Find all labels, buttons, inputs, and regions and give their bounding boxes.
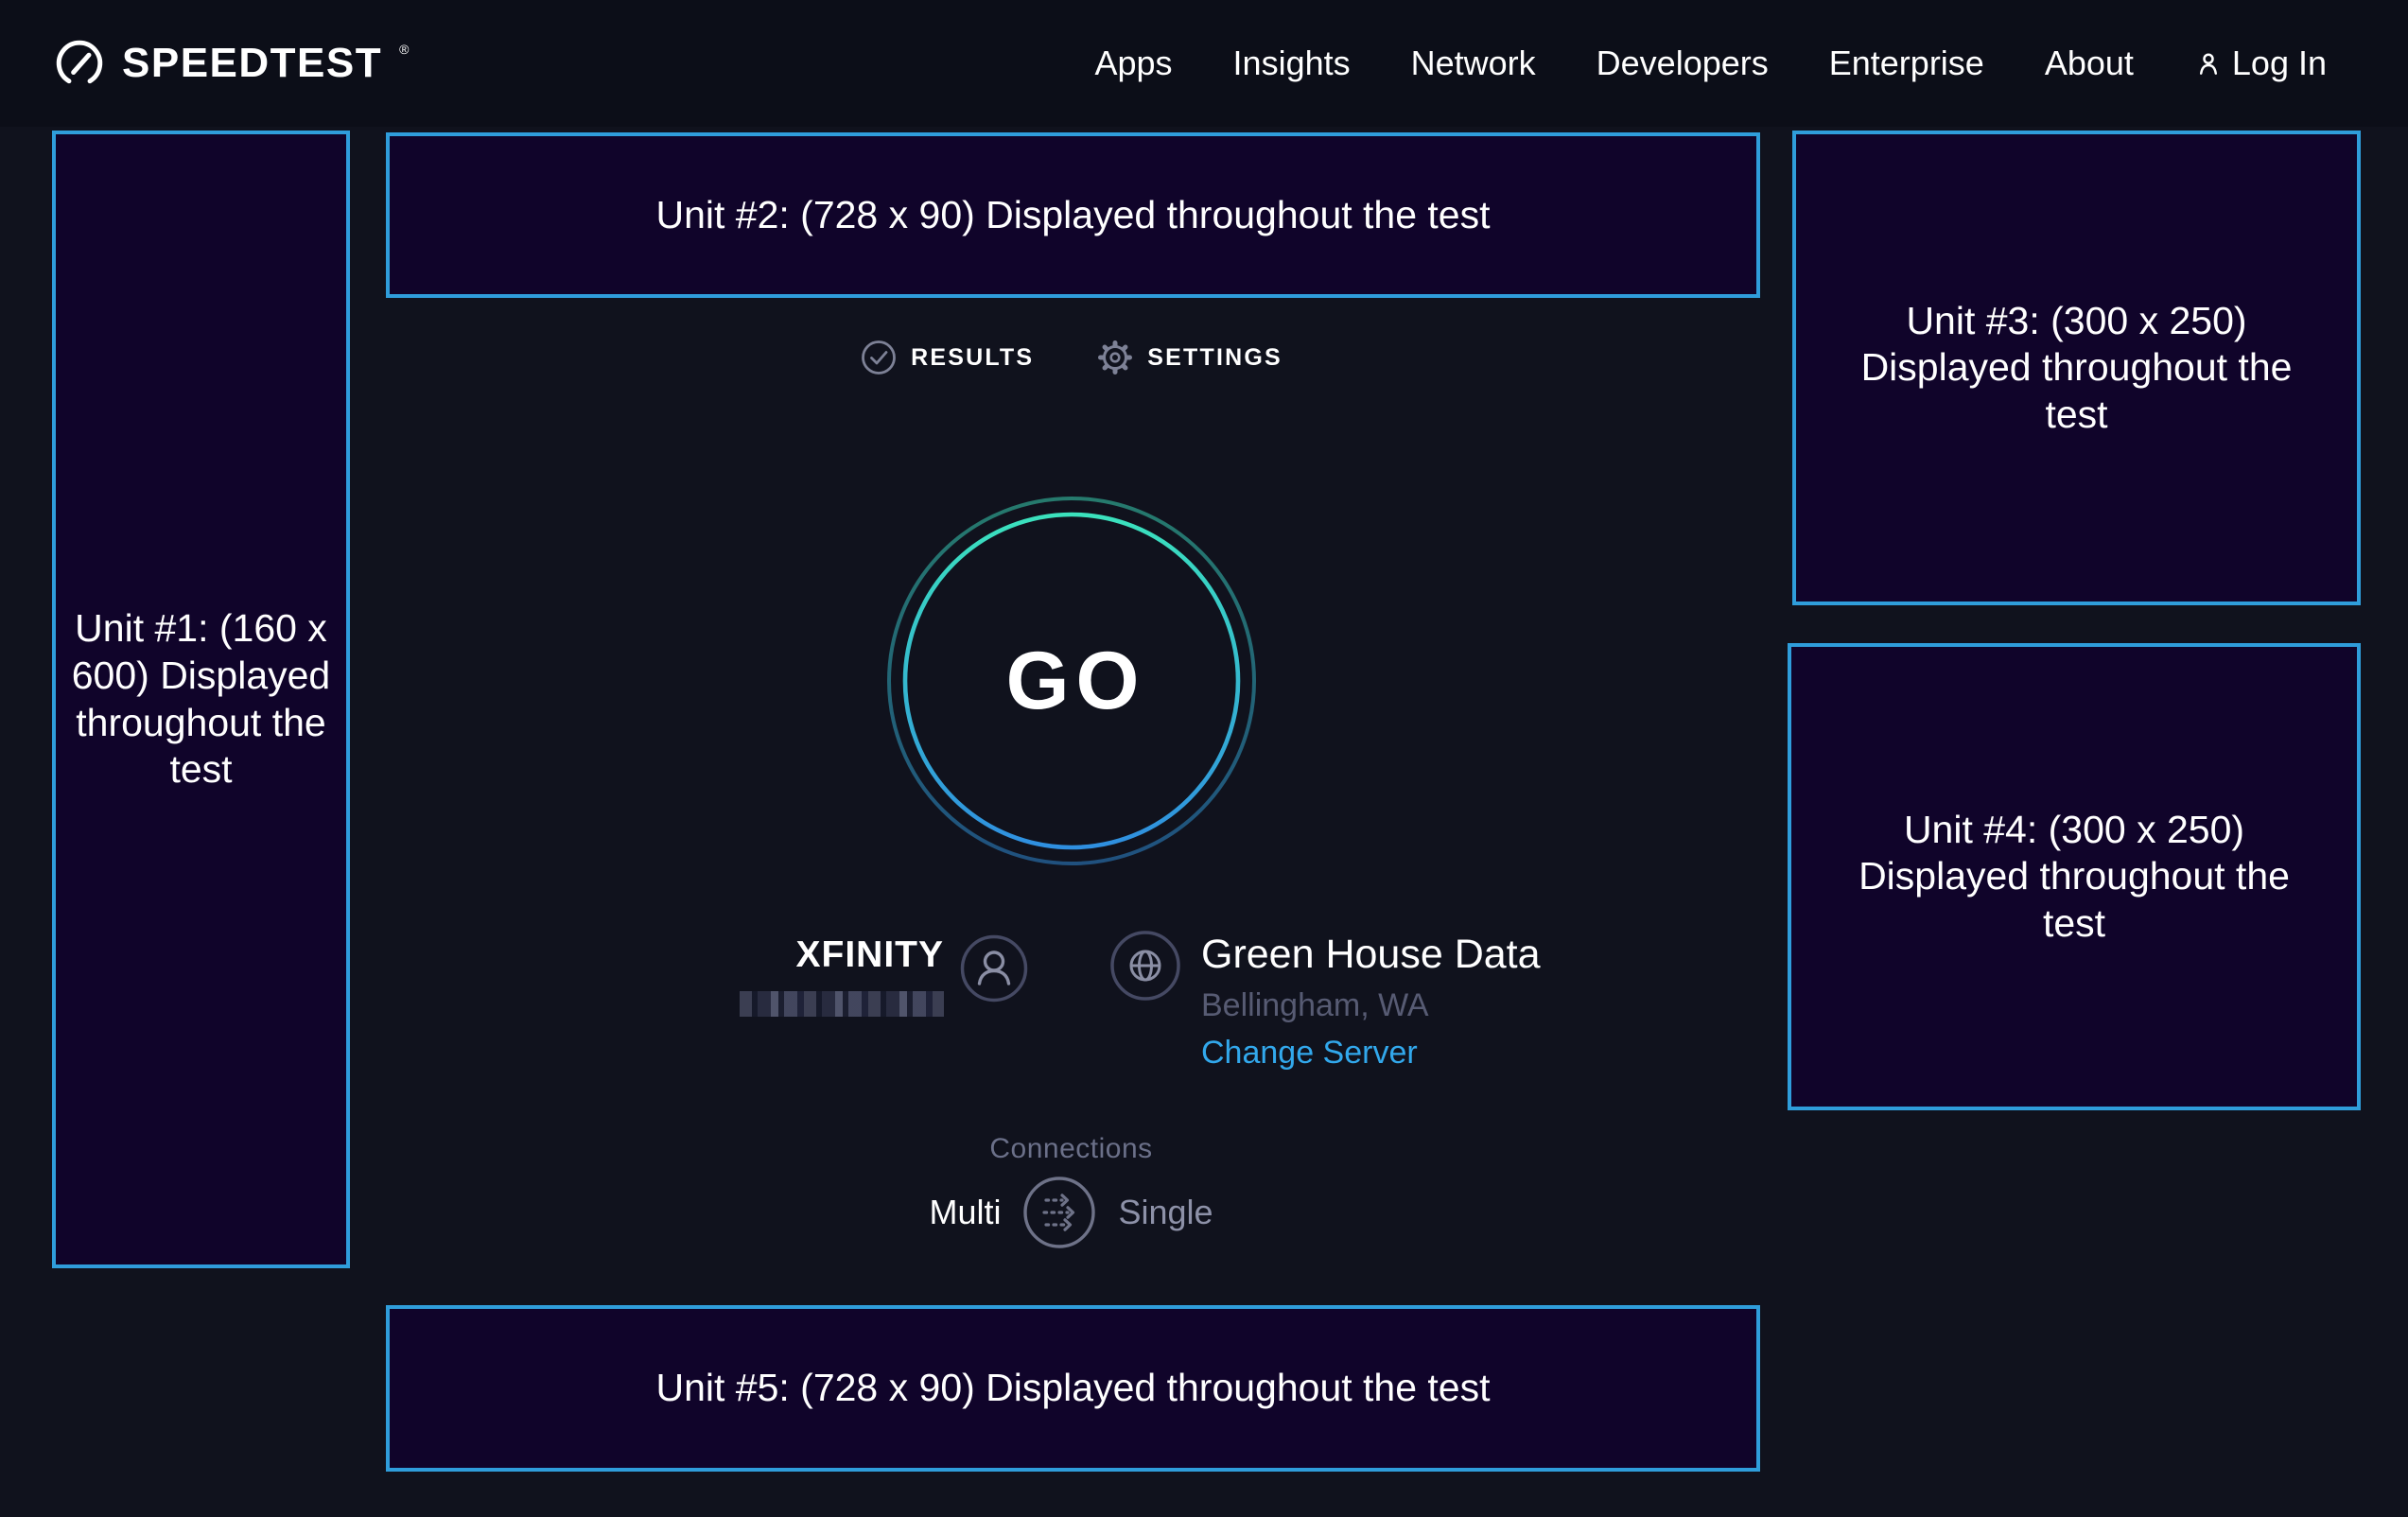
gear-icon: [1096, 339, 1134, 376]
tab-settings[interactable]: SETTINGS: [1096, 339, 1283, 376]
speedtest-logo[interactable]: SPEEDTEST ®: [52, 36, 409, 91]
nav-item-network[interactable]: Network: [1411, 44, 1536, 83]
ad-unit-2-label: Unit #2: (728 x 90) Displayed throughout…: [655, 192, 1490, 239]
connections-option-multi[interactable]: Multi: [929, 1193, 1001, 1232]
speedtest-page: SPEEDTEST ® Apps Insights Network Develo…: [0, 0, 2408, 1517]
logo-wordmark: SPEEDTEST: [122, 40, 382, 87]
ad-unit-5-label: Unit #5: (728 x 90) Displayed throughout…: [655, 1365, 1490, 1412]
ad-unit-1-label: Unit #1: (160 x 600) Displayed throughou…: [71, 605, 331, 793]
go-button[interactable]: GO: [885, 495, 1258, 867]
nav-item-enterprise[interactable]: Enterprise: [1829, 44, 1984, 83]
nav-item-login[interactable]: Log In: [2194, 44, 2327, 83]
tab-results[interactable]: RESULTS: [860, 339, 1034, 376]
gauge-logo-icon: [52, 36, 107, 91]
connections-option-single[interactable]: Single: [1118, 1193, 1213, 1232]
tab-settings-label: SETTINGS: [1147, 344, 1283, 372]
ad-unit-2[interactable]: Unit #2: (728 x 90) Displayed throughout…: [386, 132, 1760, 298]
results-settings-tabs: RESULTS: [350, 339, 1792, 376]
nav-item-insights[interactable]: Insights: [1233, 44, 1351, 83]
logo-trademark: ®: [399, 42, 409, 57]
nav-item-apps[interactable]: Apps: [1094, 44, 1172, 83]
check-circle-icon: [860, 339, 898, 376]
user-circle-icon: [959, 933, 1029, 1008]
isp-name: XFINITY: [662, 934, 944, 976]
connections-label: Connections: [350, 1133, 1792, 1165]
header: SPEEDTEST ® Apps Insights Network Develo…: [0, 0, 2408, 127]
multi-connection-icon[interactable]: [1021, 1175, 1097, 1250]
tab-results-label: RESULTS: [911, 344, 1034, 372]
ad-unit-4[interactable]: Unit #4: (300 x 250) Displayed throughou…: [1788, 643, 2361, 1110]
ad-unit-3[interactable]: Unit #3: (300 x 250) Displayed throughou…: [1792, 131, 2361, 605]
user-icon: [2194, 49, 2223, 78]
connections-toggle-row: Multi Single: [350, 1175, 1792, 1250]
ad-unit-3-label: Unit #3: (300 x 250) Displayed throughou…: [1855, 298, 2298, 439]
nav-item-developers[interactable]: Developers: [1597, 44, 1769, 83]
ad-unit-1[interactable]: Unit #1: (160 x 600) Displayed throughou…: [52, 131, 350, 1268]
main-nav: Apps Insights Network Developers Enterpr…: [1094, 44, 2327, 83]
server-name: Green House Data: [1201, 932, 1541, 978]
change-server-link[interactable]: Change Server: [1201, 1035, 1418, 1072]
globe-icon: [1108, 929, 1182, 1007]
ad-unit-4-label: Unit #4: (300 x 250) Displayed throughou…: [1850, 807, 2298, 948]
ad-unit-5[interactable]: Unit #5: (728 x 90) Displayed throughout…: [386, 1305, 1760, 1472]
nav-item-about[interactable]: About: [2045, 44, 2134, 83]
isp-ip-redacted: [740, 991, 944, 1017]
server-location: Bellingham, WA: [1201, 987, 1429, 1024]
go-button-label: GO: [885, 495, 1258, 867]
